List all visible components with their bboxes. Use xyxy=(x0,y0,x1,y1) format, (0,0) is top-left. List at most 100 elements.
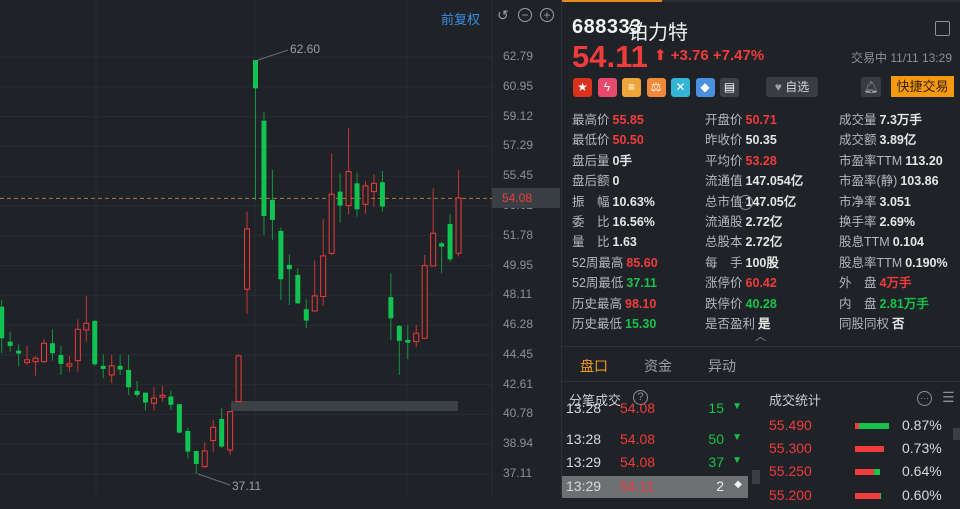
collapse-chevron-icon[interactable]: ︿ xyxy=(755,328,766,344)
divider xyxy=(562,381,960,382)
detail-panel-icon[interactable] xyxy=(935,21,950,36)
stat-value: 3.89亿 xyxy=(879,133,917,148)
high-marker-leader xyxy=(257,49,289,61)
stat-item: 量 比 1.63 xyxy=(572,231,637,250)
y-tick-label: 51.78 xyxy=(503,227,534,242)
stat-value: 85.60 xyxy=(626,255,658,270)
stat-item: 市盈率(静) 103.86 xyxy=(839,170,939,189)
minus-circle-icon[interactable]: − xyxy=(518,8,532,22)
stat-price: 55.490 xyxy=(769,417,812,433)
candle-up xyxy=(210,426,217,442)
candle-up xyxy=(413,332,420,343)
stat-label: 平均价 xyxy=(705,153,743,168)
stat-value: 50.35 xyxy=(745,133,777,148)
stat-label: 涨停价 xyxy=(705,276,743,291)
buy-portion xyxy=(855,423,860,429)
chart-canvas[interactable] xyxy=(0,0,561,495)
stat-item: 昨收价 50.35 xyxy=(705,129,777,148)
stat-label: 外 盘 xyxy=(839,276,877,291)
candle-up xyxy=(24,359,31,364)
candle-down xyxy=(388,297,394,319)
volume-stat-row: 55.200 0.60% xyxy=(562,487,960,509)
candle-up xyxy=(455,197,462,254)
candle-down xyxy=(193,450,199,464)
stat-item: 总股本 2.72亿 xyxy=(705,231,782,250)
scale-icon[interactable]: ⚖ xyxy=(646,78,666,97)
stat-item: 开盘价 50.71 xyxy=(705,109,777,128)
stat-label: 52周最低 xyxy=(572,276,624,291)
y-tick-label: 40.78 xyxy=(503,406,534,421)
stat-item: 股息率TTM 0.190% xyxy=(839,252,948,271)
list-view-icon[interactable]: ☰ xyxy=(942,389,955,406)
y-tick-label: 46.28 xyxy=(503,317,534,332)
stat-label: 是否盈利 xyxy=(705,317,756,331)
price-range-bar xyxy=(231,401,458,411)
stat-item: 最高价 55.85 xyxy=(572,109,644,128)
last-price: 54.11 xyxy=(572,39,648,74)
stat-value: 0 xyxy=(612,174,620,189)
tab-1[interactable]: 资金 xyxy=(644,356,672,376)
y-tick-label: 57.29 xyxy=(503,138,534,153)
trade-status: 交易中 11/11 13:29 xyxy=(851,51,952,65)
stat-value: 147.05亿 xyxy=(745,194,797,209)
more-icon[interactable]: ··· xyxy=(738,195,753,210)
candle-up xyxy=(311,295,318,312)
add-favorite-button[interactable]: ♥ 自选 xyxy=(766,77,818,97)
y-tick-label: 37.11 xyxy=(503,466,533,480)
candle-up xyxy=(362,185,369,205)
buy-portion xyxy=(855,492,880,499)
stat-value: 50.71 xyxy=(745,113,777,127)
buy-sell-bar xyxy=(855,469,880,476)
stat-value: 147.054亿 xyxy=(745,174,804,189)
buy-sell-bar xyxy=(855,492,881,499)
stat-label: 内 盘 xyxy=(839,296,877,311)
stat-item: 委 比 16.56% xyxy=(572,211,655,230)
candle-down xyxy=(176,404,182,433)
candle-down xyxy=(219,418,225,447)
volume-stats-scrollbar[interactable] xyxy=(953,428,960,440)
stat-value: 0手 xyxy=(612,153,632,168)
stat-value: 2.81万手 xyxy=(879,296,929,311)
stat-label: 开盘价 xyxy=(705,113,743,127)
candle-down xyxy=(100,365,106,369)
more-icon[interactable]: ··· xyxy=(917,391,932,406)
stat-label: 量 比 xyxy=(572,235,610,250)
stat-label: 历史最高 xyxy=(572,296,623,311)
stat-label: 跌停价 xyxy=(705,296,743,311)
stat-value: 2.72亿 xyxy=(745,235,783,250)
candle-down xyxy=(7,341,13,346)
stat-item: 振 幅 10.63% xyxy=(572,191,655,210)
stat-item: 同股同权否 xyxy=(839,313,905,332)
shuffle-icon[interactable]: ✕ xyxy=(671,78,690,97)
tick-price: 54.08 xyxy=(620,400,656,416)
plus-circle-icon[interactable]: + xyxy=(540,8,554,22)
price-adjust-button[interactable]: 前复权 xyxy=(441,9,480,28)
notes-icon[interactable]: ▤ xyxy=(720,78,739,97)
stat-value: 1.63 xyxy=(612,235,637,250)
tab-0[interactable]: 盘口 xyxy=(580,356,608,376)
stat-item: 成交额 3.89亿 xyxy=(839,129,916,148)
stat-label: 总股本 xyxy=(705,235,743,250)
candle-up xyxy=(74,328,81,362)
y-tick-label: 48.11 xyxy=(503,287,533,302)
undo-icon[interactable]: ↺ xyxy=(497,7,509,24)
coins-icon[interactable]: ≡ xyxy=(622,78,641,97)
stat-label: 每 手 xyxy=(705,255,743,270)
volume-stats-title: 成交统计 xyxy=(769,393,822,408)
stat-item: 流通股 2.72亿 xyxy=(705,211,782,230)
margin-trading-icon[interactable]: ϟ xyxy=(597,78,617,97)
stat-value: 否 xyxy=(892,317,905,331)
china-flag-icon[interactable]: ★ xyxy=(573,78,592,97)
tag-icon[interactable]: ◆ xyxy=(695,78,715,97)
price-change: ⬆ +3.76 +7.47% xyxy=(654,46,764,64)
y-tick-label: 49.95 xyxy=(503,257,534,272)
tab-2[interactable]: 异动 xyxy=(708,356,736,376)
stat-item: 52周最高 85.60 xyxy=(572,252,658,271)
alert-bell-button[interactable]: 🔔︎ xyxy=(861,77,881,97)
quick-trade-button[interactable]: 快捷交易 xyxy=(891,76,954,97)
stat-item: 每 手 100股 xyxy=(705,252,779,271)
candlestick-chart[interactable]: 前复权 ↺ − + 62.60 37.11 62.79 60.95 59.12 57.… xyxy=(0,0,561,495)
candle-down xyxy=(295,274,301,304)
y-tick-label: 62.79 xyxy=(503,49,534,63)
stat-label: 52周最高 xyxy=(572,255,624,270)
